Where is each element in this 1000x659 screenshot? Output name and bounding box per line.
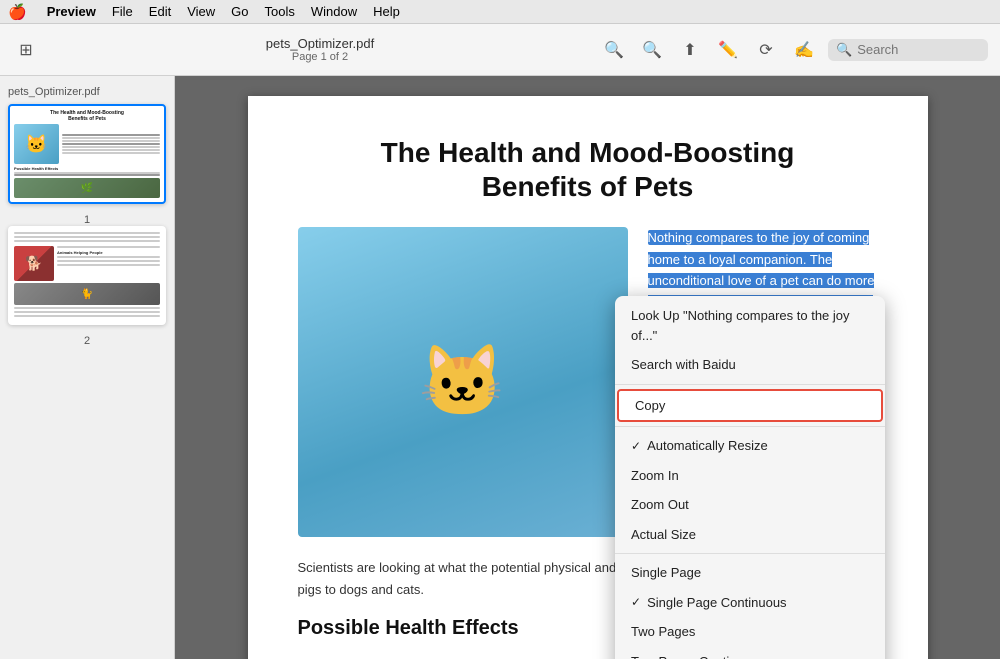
zoom-in-icon[interactable]: 🔍: [638, 36, 666, 64]
thumb1-section: Possible Health Effects: [14, 166, 160, 171]
search-box[interactable]: 🔍: [828, 39, 988, 61]
sign-icon[interactable]: ✍: [790, 36, 818, 64]
sidebar: pets_Optimizer.pdf The Health and Mood-B…: [0, 76, 175, 659]
menu-preview[interactable]: Preview: [47, 4, 96, 19]
menu-go[interactable]: Go: [231, 4, 248, 19]
menu-file[interactable]: File: [112, 4, 133, 19]
menubar: 🍎 Preview File Edit View Go Tools Window…: [0, 0, 1000, 24]
document-area[interactable]: The Health and Mood-Boosting Benefits of…: [175, 76, 1000, 659]
menu-separator-2: [615, 426, 885, 427]
thumb1-text-area: [62, 124, 160, 164]
toolbar: ⊞ pets_Optimizer.pdf Page 1 of 2 🔍 🔍 ⬆ ✏…: [0, 24, 1000, 76]
menu-zoom-in[interactable]: Zoom In: [615, 461, 885, 491]
menu-lookup[interactable]: Look Up "Nothing compares to the joy of.…: [615, 301, 885, 350]
page1-number: 1: [8, 214, 166, 226]
menu-separator-1: [615, 384, 885, 385]
menu-edit[interactable]: Edit: [149, 4, 171, 19]
rotate-icon[interactable]: ⟳: [752, 36, 780, 64]
sidebar-filename: pets_Optimizer.pdf: [8, 86, 166, 98]
menu-auto-resize[interactable]: Automatically Resize: [615, 431, 885, 461]
thumb2-section: Animals Helping People: [57, 250, 160, 255]
main-content: pets_Optimizer.pdf The Health and Mood-B…: [0, 76, 1000, 659]
thumb1-img-area: 🐱: [14, 124, 160, 164]
doc-page: Page 1 of 2: [292, 51, 348, 63]
menu-two-pages[interactable]: Two Pages: [615, 617, 885, 647]
toolbar-right-icons: 🔍 🔍 ⬆ ✏️ ⟳ ✍ 🔍: [600, 36, 988, 64]
thumb1-cat-image: 🐱: [14, 124, 59, 164]
apple-menu[interactable]: 🍎: [8, 3, 27, 21]
cat-emoji: 🐱: [419, 341, 506, 423]
menu-search-baidu[interactable]: Search with Baidu: [615, 350, 885, 380]
search-icon: 🔍: [836, 42, 852, 58]
menu-view[interactable]: View: [187, 4, 215, 19]
menu-tools[interactable]: Tools: [265, 4, 295, 19]
menu-actual-size[interactable]: Actual Size: [615, 520, 885, 550]
menu-help[interactable]: Help: [373, 4, 400, 19]
menu-zoom-out[interactable]: Zoom Out: [615, 490, 885, 520]
doc-info: pets_Optimizer.pdf Page 1 of 2: [48, 36, 592, 63]
menu-single-page[interactable]: Single Page: [615, 558, 885, 588]
zoom-out-icon[interactable]: 🔍: [600, 36, 628, 64]
menu-two-pages-continuous[interactable]: Two Pages Continuous: [615, 647, 885, 659]
menu-window[interactable]: Window: [311, 4, 357, 19]
menu-copy[interactable]: Copy: [617, 389, 883, 423]
doc-title-heading: The Health and Mood-Boosting Benefits of…: [298, 136, 878, 203]
menu-single-page-continuous[interactable]: Single Page Continuous: [615, 588, 885, 618]
search-input[interactable]: [857, 42, 977, 57]
context-menu: Look Up "Nothing compares to the joy of.…: [615, 296, 885, 659]
thumbnail-toggle-icon[interactable]: ⊞: [12, 36, 40, 64]
toolbar-left-icons: ⊞: [12, 36, 40, 64]
cat-photo: 🐱: [298, 227, 628, 537]
share-icon[interactable]: ⬆: [676, 36, 704, 64]
thumb2-cat-image: 🐈: [14, 283, 160, 305]
markup-icon[interactable]: ✏️: [714, 36, 742, 64]
thumbnail-page1[interactable]: The Health and Mood-BoostingBenefits of …: [8, 104, 166, 204]
thumb2-animal-image: 🐕: [14, 246, 54, 281]
doc-title: pets_Optimizer.pdf: [266, 36, 374, 51]
page2-number: 2: [8, 335, 166, 347]
thumbnail-page2[interactable]: 🐕 Animals Helping People 🐈: [8, 226, 166, 325]
thumb1-title: The Health and Mood-BoostingBenefits of …: [14, 110, 160, 122]
thumb1-bottom-image: 🌿: [14, 178, 160, 198]
menu-separator-3: [615, 553, 885, 554]
